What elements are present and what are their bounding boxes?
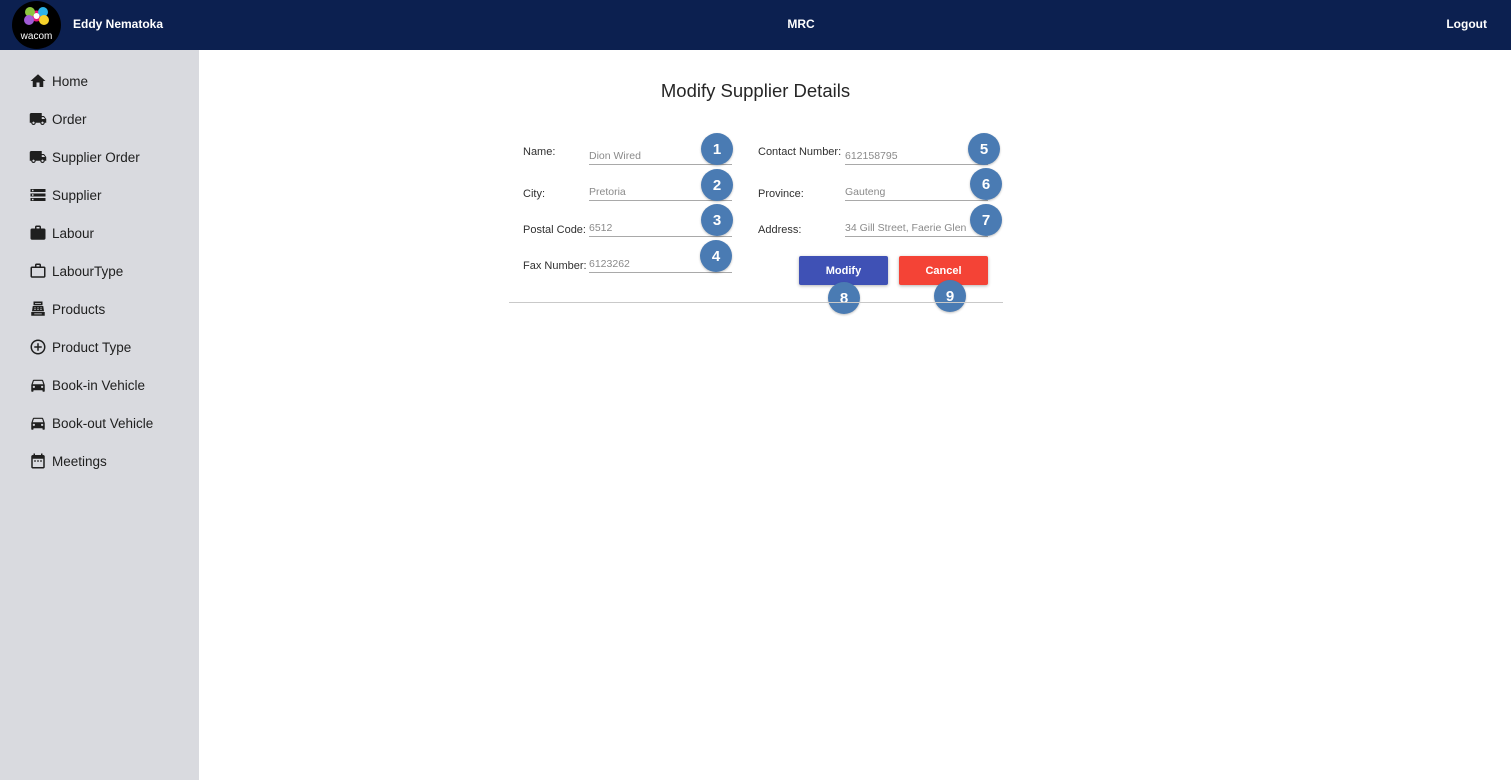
sidebar-item-label: Supplier Order	[52, 149, 140, 165]
sidebar-item-book-in-vehicle[interactable]: Book-in Vehicle	[28, 374, 145, 396]
city-label: City:	[523, 188, 545, 200]
add-circle-icon	[28, 337, 48, 357]
sidebar-item-labourtype[interactable]: LabourType	[28, 260, 123, 282]
sidebar-item-home[interactable]: Home	[28, 70, 88, 92]
province-label: Province:	[758, 188, 804, 200]
address-input[interactable]	[845, 215, 988, 237]
sidebar-item-meetings[interactable]: Meetings	[28, 450, 107, 472]
calendar-icon	[28, 451, 48, 471]
annotation-badge-3: 3	[701, 204, 733, 236]
briefcase-outline-icon	[28, 261, 48, 281]
province-input[interactable]	[845, 179, 988, 201]
annotation-badge-7: 7	[970, 204, 1002, 236]
sidebar-item-label: Products	[52, 301, 106, 317]
name-label: Name:	[523, 146, 556, 158]
sidebar-item-label: Labour	[52, 225, 95, 241]
cash-register-icon	[28, 299, 48, 319]
annotation-badge-6: 6	[970, 168, 1002, 200]
top-app-bar: wacom Eddy Nematoka MRC Logout	[0, 0, 1511, 50]
sidebar-item-label: Product Type	[52, 339, 132, 355]
car-icon	[28, 375, 48, 395]
fax-number-label: Fax Number:	[523, 260, 587, 272]
sidebar-item-product-type[interactable]: Product Type	[28, 336, 131, 358]
truck-icon	[28, 109, 48, 129]
page-title: Modify Supplier Details	[660, 80, 851, 101]
sidebar-item-supplier[interactable]: Supplier	[28, 184, 102, 206]
annotation-badge-1: 1	[701, 133, 733, 165]
contact-number-input[interactable]	[845, 143, 988, 165]
annotation-badge-2: 2	[701, 169, 733, 201]
sidebar-item-label: Book-in Vehicle	[52, 377, 146, 393]
logout-link[interactable]: Logout	[1446, 17, 1487, 31]
contact-number-label: Contact Number:	[758, 146, 842, 158]
home-icon	[28, 71, 48, 91]
sidebar-item-label: Book-out Vehicle	[52, 415, 154, 431]
logo-text: wacom	[20, 31, 53, 42]
annotation-badge-9: 9	[934, 280, 966, 312]
postal-code-label: Postal Code:	[523, 224, 586, 236]
sidebar: Home Order Supplier Order Supplier Labou…	[0, 50, 199, 780]
sidebar-item-label: Home	[52, 73, 89, 89]
modify-button[interactable]: Modify	[799, 256, 888, 285]
annotation-badge-4: 4	[700, 240, 732, 272]
sidebar-item-book-out-vehicle[interactable]: Book-out Vehicle	[28, 412, 153, 434]
app-title: MRC	[787, 17, 815, 31]
sidebar-item-products[interactable]: Products	[28, 298, 105, 320]
form-divider	[509, 302, 1003, 303]
truck-icon	[28, 147, 48, 167]
sidebar-item-label: Supplier	[52, 187, 102, 203]
sidebar-item-label: Order	[52, 111, 87, 127]
annotation-badge-5: 5	[968, 133, 1000, 165]
annotation-badge-8: 8	[828, 282, 860, 314]
sidebar-item-order[interactable]: Order	[28, 108, 87, 130]
sidebar-item-labour[interactable]: Labour	[28, 222, 94, 244]
sidebar-item-label: Meetings	[52, 453, 107, 469]
briefcase-icon	[28, 223, 48, 243]
storage-icon	[28, 185, 48, 205]
car-icon	[28, 413, 48, 433]
sidebar-item-supplier-order[interactable]: Supplier Order	[28, 146, 140, 168]
sidebar-item-label: LabourType	[52, 263, 124, 279]
address-label: Address:	[758, 224, 802, 236]
